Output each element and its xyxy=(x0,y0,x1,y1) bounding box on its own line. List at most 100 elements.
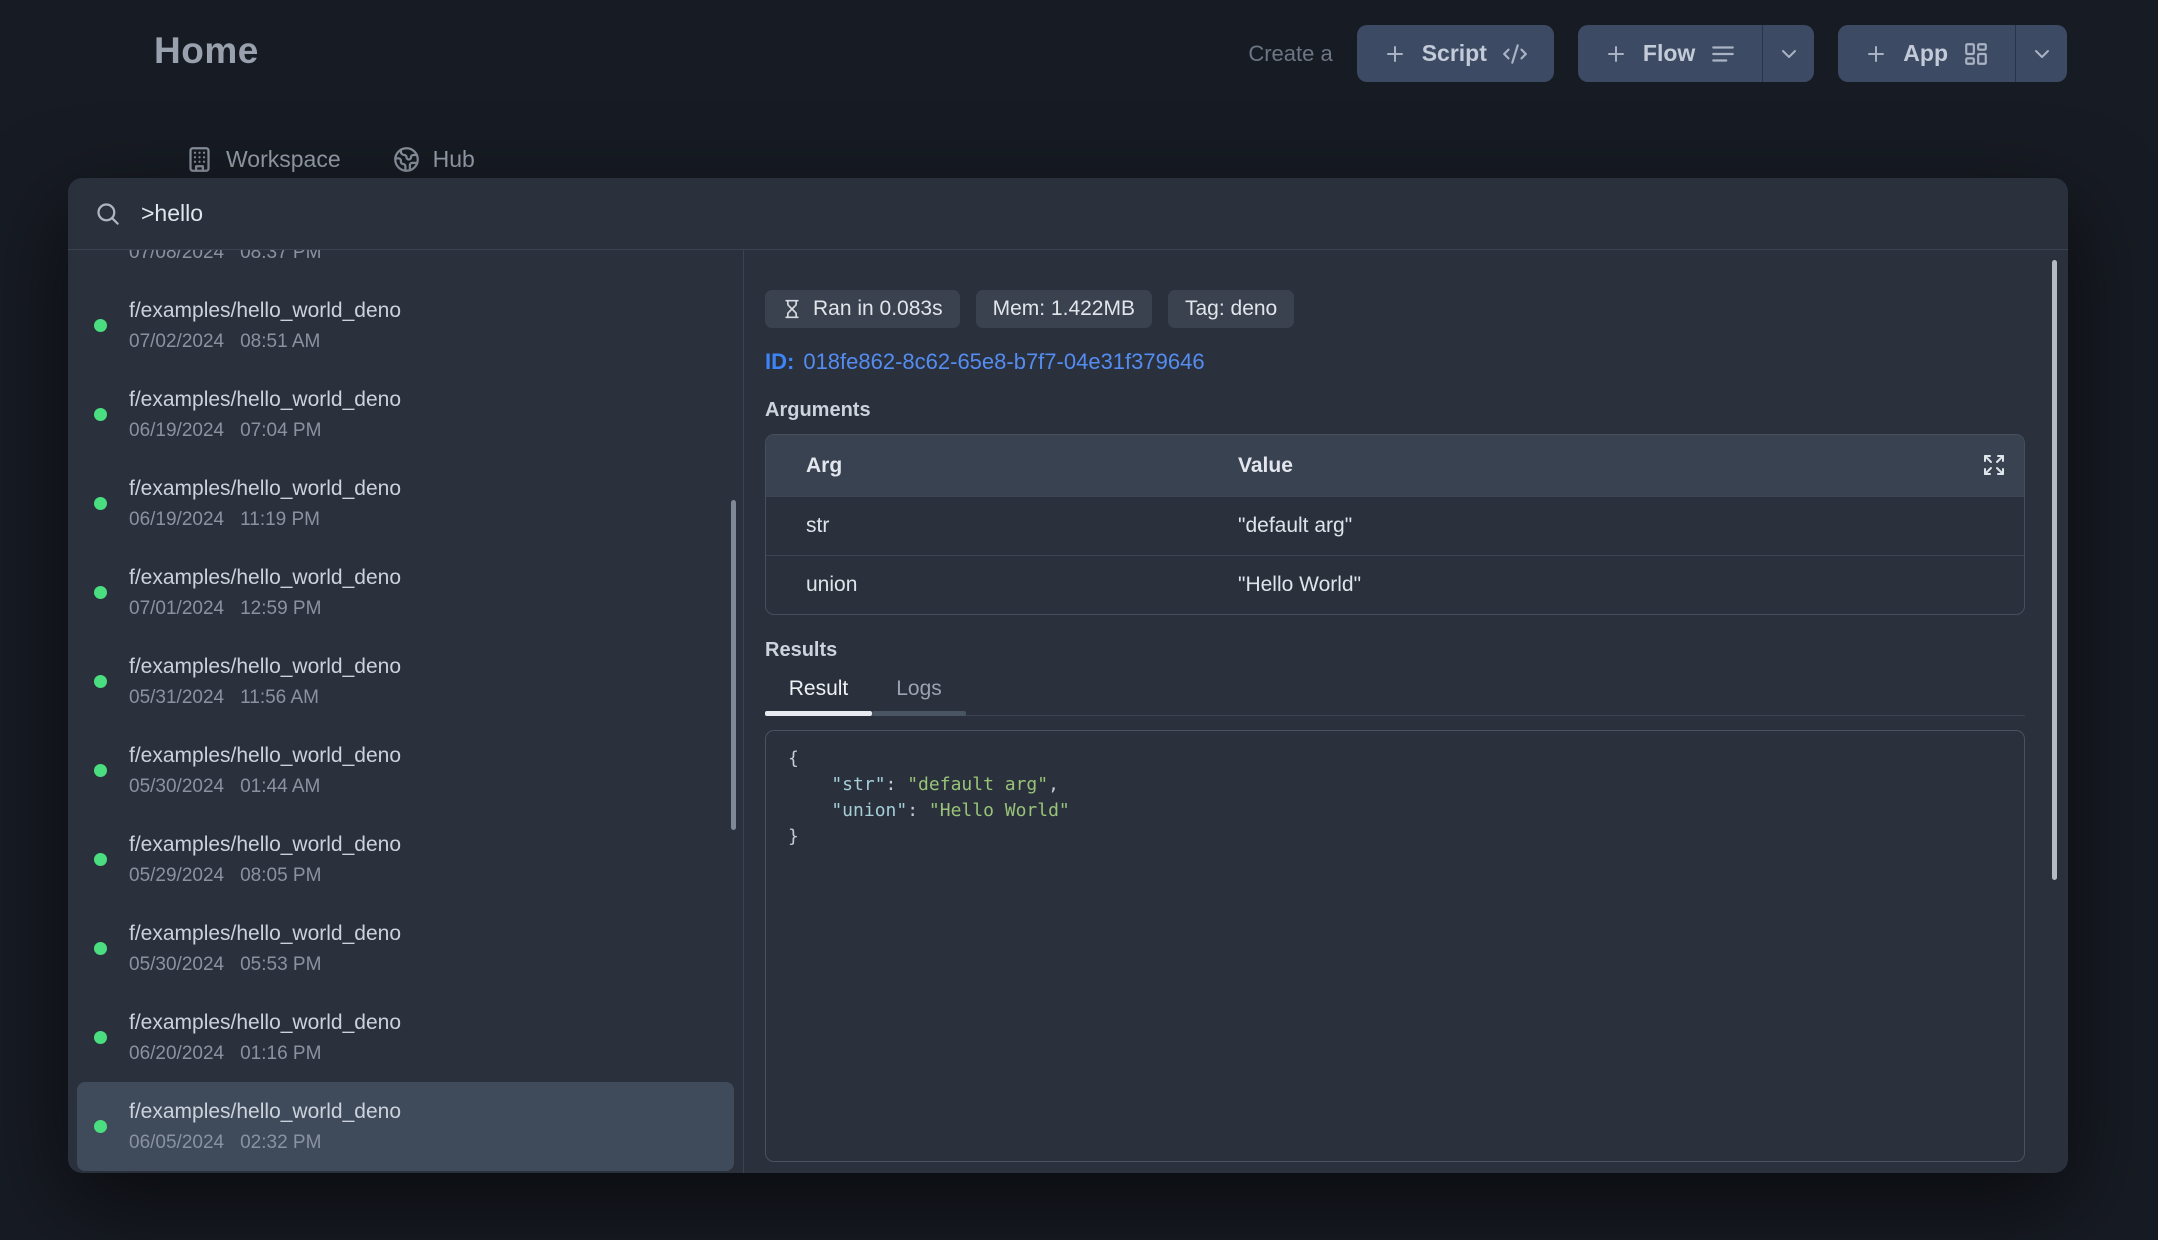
run-datetime: 07/08/2024 08:37 PM xyxy=(129,250,401,264)
run-list-item[interactable]: f/examples/hello_world_deno 07/08/2024 0… xyxy=(77,250,734,281)
plus-icon xyxy=(1383,42,1407,66)
run-datetime: 06/19/2024 07:04 PM xyxy=(129,420,401,442)
tab-result-label: Result xyxy=(789,677,849,715)
run-time: 07:04 PM xyxy=(240,420,321,442)
run-path: f/examples/hello_world_deno xyxy=(129,833,401,857)
run-date: 07/02/2024 xyxy=(129,331,224,353)
run-text: f/examples/hello_world_deno 07/08/2024 0… xyxy=(129,250,401,264)
success-dot-icon xyxy=(94,319,107,332)
run-path: f/examples/hello_world_deno xyxy=(129,922,401,946)
results-tabs: Result Logs xyxy=(765,676,2025,716)
create-script-button[interactable]: Script xyxy=(1357,25,1554,82)
success-dot-icon xyxy=(94,942,107,955)
search-bar xyxy=(68,178,2068,250)
run-list-item[interactable]: f/examples/hello_world_deno 07/02/2024 0… xyxy=(77,281,734,370)
run-list-item[interactable]: f/examples/hello_world_deno 06/05/2024 0… xyxy=(77,1082,734,1171)
chevron-down-icon xyxy=(2030,42,2054,66)
argument-value: "Hello World" xyxy=(1238,573,2024,597)
building-icon xyxy=(186,146,213,173)
run-text: f/examples/hello_world_deno 05/30/2024 0… xyxy=(129,744,401,798)
argument-name: str xyxy=(806,514,1238,538)
run-list-item[interactable]: f/examples/hello_world_deno 07/01/2024 1… xyxy=(77,548,734,637)
create-app-button[interactable]: App xyxy=(1838,25,2015,82)
run-date: 06/19/2024 xyxy=(129,420,224,442)
run-date: 05/30/2024 xyxy=(129,954,224,976)
run-date: 06/19/2024 xyxy=(129,509,224,531)
create-flow-button-group: Flow xyxy=(1578,25,1814,82)
code-icon xyxy=(1502,41,1528,67)
run-time: 01:44 AM xyxy=(240,776,320,798)
layout-dashboard-icon xyxy=(1963,41,1989,67)
tab-result[interactable]: Result xyxy=(765,676,872,715)
hourglass-icon xyxy=(782,299,802,319)
json-line: "str": "default arg", xyxy=(788,772,2002,798)
expand-icon[interactable] xyxy=(1982,453,2006,477)
run-text: f/examples/hello_world_deno 05/30/2024 0… xyxy=(129,922,401,976)
tab-logs-label: Logs xyxy=(896,677,942,715)
run-list-item[interactable]: f/examples/hello_world_deno 05/30/2024 0… xyxy=(77,904,734,993)
argument-name: union xyxy=(806,573,1238,597)
run-path: f/examples/hello_world_deno xyxy=(129,566,401,590)
run-path: f/examples/hello_world_deno xyxy=(129,655,401,679)
col-arg: Arg xyxy=(806,454,1238,478)
arguments-table: Arg Value str "default arg" union xyxy=(765,434,2025,615)
create-row: Create a Script Flow App xyxy=(1248,25,2067,82)
create-script-label: Script xyxy=(1422,40,1487,67)
success-dot-icon xyxy=(94,408,107,421)
run-id-row: ID: 018fe862-8c62-65e8-b7f7-04e31f379646 xyxy=(765,349,2025,375)
duration-badge: Ran in 0.083s xyxy=(765,290,960,328)
run-list-item[interactable]: f/examples/hello_world_deno 05/30/2024 0… xyxy=(77,726,734,815)
globe-icon xyxy=(393,146,420,173)
run-list-item[interactable]: f/examples/hello_world_deno 05/31/2024 1… xyxy=(77,637,734,726)
search-modal: f/examples/hello_world_deno 07/08/2024 0… xyxy=(68,178,2068,1173)
run-datetime: 05/30/2024 01:44 AM xyxy=(129,776,401,798)
json-line: { xyxy=(788,746,2002,772)
run-list-item[interactable]: f/examples/hello_world_deno 06/19/2024 0… xyxy=(77,370,734,459)
run-text: f/examples/hello_world_deno 07/01/2024 1… xyxy=(129,566,401,620)
run-text: f/examples/hello_world_deno 06/20/2024 0… xyxy=(129,1011,401,1065)
create-flow-button[interactable]: Flow xyxy=(1578,25,1762,82)
run-text: f/examples/hello_world_deno 05/29/2024 0… xyxy=(129,833,401,887)
modal-body: f/examples/hello_world_deno 07/08/2024 0… xyxy=(68,250,2068,1173)
run-time: 05:53 PM xyxy=(240,954,321,976)
run-date: 07/08/2024 xyxy=(129,250,224,264)
run-list-item[interactable]: f/examples/hello_world_deno 05/29/2024 0… xyxy=(77,815,734,904)
list-scrollbar[interactable] xyxy=(731,500,736,830)
run-list-item[interactable]: f/examples/hello_world_deno 06/20/2024 0… xyxy=(77,993,734,1082)
col-value: Value xyxy=(1238,454,2024,478)
run-datetime: 05/29/2024 08:05 PM xyxy=(129,865,401,887)
run-text: f/examples/hello_world_deno 06/19/2024 1… xyxy=(129,477,401,531)
create-flow-dropdown-button[interactable] xyxy=(1762,25,1814,82)
tab-hub[interactable]: Hub xyxy=(393,146,475,173)
screen: Home Create a Script Flow App xyxy=(0,0,2158,1240)
run-date: 05/30/2024 xyxy=(129,776,224,798)
success-dot-icon xyxy=(94,586,107,599)
run-datetime: 06/19/2024 11:19 PM xyxy=(129,509,401,531)
run-list-item[interactable]: f/examples/hello_world_deno 06/19/2024 1… xyxy=(77,459,734,548)
run-id-value[interactable]: 018fe862-8c62-65e8-b7f7-04e31f379646 xyxy=(803,349,1204,375)
run-path: f/examples/hello_world_deno xyxy=(129,1011,401,1035)
arguments-title: Arguments xyxy=(765,399,2025,421)
search-input[interactable] xyxy=(141,200,2042,227)
run-datetime: 05/30/2024 05:53 PM xyxy=(129,954,401,976)
run-time: 08:37 PM xyxy=(240,250,321,264)
run-path: f/examples/hello_world_deno xyxy=(129,1100,401,1124)
tab-logs[interactable]: Logs xyxy=(872,676,966,715)
search-icon xyxy=(94,200,121,227)
create-app-dropdown-button[interactable] xyxy=(2015,25,2067,82)
run-path: f/examples/hello_world_deno xyxy=(129,477,401,501)
create-flow-label: Flow xyxy=(1643,40,1695,67)
memory-badge-label: Mem: 1.422MB xyxy=(993,297,1135,321)
run-path: f/examples/hello_world_deno xyxy=(129,299,401,323)
tag-badge-label: Tag: deno xyxy=(1185,297,1277,321)
run-time: 01:16 PM xyxy=(240,1043,321,1065)
tag-badge: Tag: deno xyxy=(1168,290,1294,328)
plus-icon xyxy=(1864,42,1888,66)
result-json-block: { "str": "default arg", "union": "Hello … xyxy=(765,730,2025,1162)
arguments-table-header: Arg Value xyxy=(766,435,2024,496)
create-app-button-group: App xyxy=(1838,25,2067,82)
modal-scrollbar[interactable] xyxy=(2052,260,2057,880)
run-text: f/examples/hello_world_deno 07/02/2024 0… xyxy=(129,299,401,353)
tab-hub-label: Hub xyxy=(433,146,475,173)
tab-workspace[interactable]: Workspace xyxy=(186,146,341,173)
